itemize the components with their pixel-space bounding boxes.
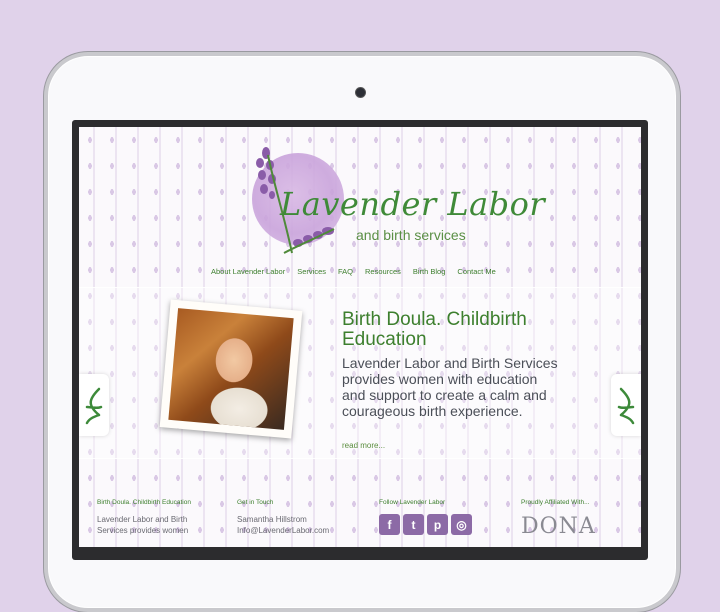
logo-title: Lavender Labor — [280, 185, 546, 223]
footer-social-heading: Follow Lavender Labor — [379, 499, 446, 506]
footer-col-social: Follow Lavender Labor f t p ◎ — [379, 499, 489, 535]
instagram-icon[interactable]: ◎ — [451, 514, 472, 535]
mother-and-baby-photo — [168, 308, 294, 430]
social-icons: f t p ◎ — [379, 514, 489, 535]
footer-about-text: Lavender Labor and Birth Services provid… — [97, 515, 189, 535]
hero-text: Lavender Labor and Birth Services provid… — [342, 355, 558, 419]
pinterest-icon[interactable]: p — [427, 514, 448, 535]
nav-item-about[interactable]: About Lavender Labor — [211, 267, 285, 276]
footer-about-heading: Birth Doula. Childbirth Education — [97, 499, 191, 506]
nav-item-services[interactable]: Services — [297, 267, 326, 276]
footer-contact-name: Samantha Hillstrom — [237, 515, 307, 524]
read-more-link[interactable]: read more... — [342, 441, 385, 450]
nav-item-resources[interactable]: Resources — [365, 267, 401, 276]
tablet-camera — [356, 88, 365, 97]
main-nav: About Lavender Labor Services FAQ Resour… — [211, 267, 496, 276]
nav-item-contact[interactable]: Contact Me — [457, 267, 495, 276]
footer-contact-email[interactable]: Info@LavenderLabor.com — [237, 525, 347, 536]
footer-col-contact: Get in Touch Samantha Hillstrom Info@Lav… — [237, 499, 347, 536]
nav-item-birth-blog[interactable]: Birth Blog — [413, 267, 446, 276]
right-arrow-icon — [617, 387, 635, 425]
footer-col-about: Birth Doula. Childbirth Education Lavend… — [97, 499, 207, 536]
footer-contact-heading: Get in Touch — [237, 499, 274, 506]
dona-logo[interactable]: DONA — [521, 514, 631, 539]
site-logo[interactable]: Lavender Labor and birth services — [244, 135, 545, 260]
nav-item-faq[interactable]: FAQ — [338, 267, 353, 276]
hero-title: Birth Doula. Childbirth Education — [342, 309, 527, 350]
footer-col-affiliation: Proudly Affiliated With... DONA — [521, 499, 631, 539]
footer-affiliation-heading: Proudly Affiliated With... — [521, 499, 590, 506]
twitter-icon[interactable]: t — [403, 514, 424, 535]
facebook-icon[interactable]: f — [379, 514, 400, 535]
website-screen: Lavender Labor and birth services About … — [79, 127, 641, 547]
hero-photo-frame — [159, 299, 303, 439]
slider-next-button[interactable] — [611, 374, 641, 436]
logo-subtitle: and birth services — [356, 227, 466, 243]
slider-prev-button[interactable] — [79, 374, 109, 436]
left-arrow-icon — [85, 387, 103, 425]
